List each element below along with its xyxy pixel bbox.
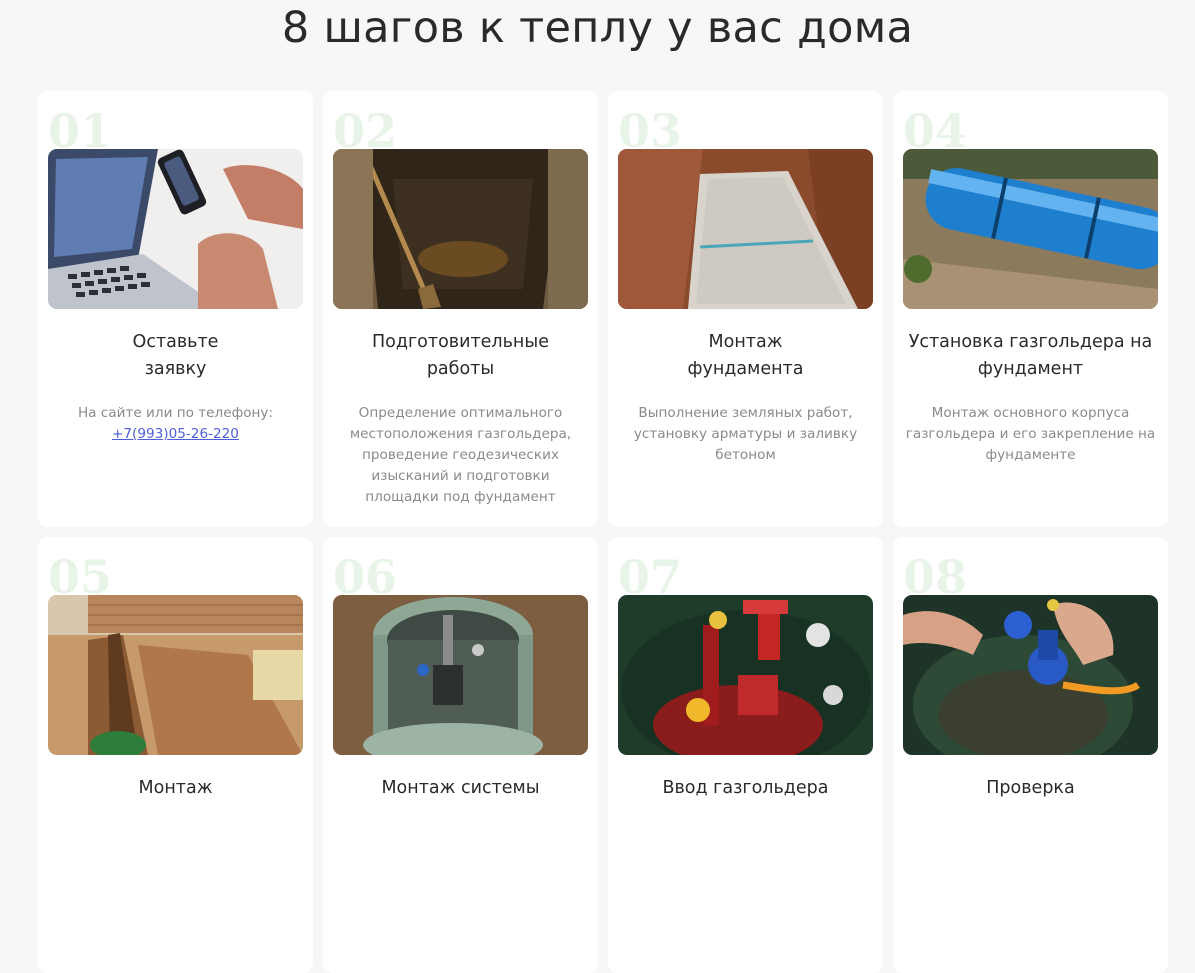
step-description: Определение оптимального местоположения …	[349, 405, 572, 505]
step-title: Подготовительные работы	[372, 332, 549, 379]
steps-grid: 01 Оставьте заявку На сайте или по телеф…	[38, 91, 1168, 973]
concrete-slab-photo	[618, 149, 873, 309]
red-valves-photo	[618, 595, 873, 755]
step-title: Оставьте заявку	[132, 332, 219, 379]
step-title: Проверка	[986, 778, 1075, 798]
step-description-text: На сайте или по телефону:	[77, 405, 274, 421]
page-title: 8 шагов к теплу у вас дома	[281, 3, 914, 53]
step-title: Установка газгольдера на фундамент	[908, 332, 1153, 379]
excavated-pit-photo	[333, 149, 588, 309]
trench-photo	[48, 595, 303, 755]
step-card-06: 06 Монтаж системы	[323, 537, 598, 973]
step-title: Ввод газгольдера	[662, 778, 829, 798]
step-description: Монтаж основного корпуса газгольдера и е…	[905, 405, 1156, 463]
step-card-08: 08 Проверка	[893, 537, 1168, 973]
step-card-05: 05 Монтаж	[38, 537, 313, 973]
step-card-03: 03 Монтаж фундамента Выполнение земляных…	[608, 91, 883, 527]
tank-neck-photo	[333, 595, 588, 755]
step-title: Монтаж	[138, 778, 213, 798]
step-title: Монтаж фундамента	[687, 332, 804, 379]
step-card-04: 04 Установка газгольдера на фундамент Мо…	[893, 91, 1168, 527]
step-card-02: 02 Подготовительные работы Определение о…	[323, 91, 598, 527]
blue-tank-photo	[903, 149, 1158, 309]
step-card-07: 07 Ввод газгольдера	[608, 537, 883, 973]
blue-regulator-photo	[903, 595, 1158, 755]
step-title: Монтаж системы	[381, 778, 540, 798]
step-description: На сайте или по телефону: +7(993)05-26-2…	[50, 403, 301, 445]
step-card-01: 01 Оставьте заявку На сайте или по телеф…	[38, 91, 313, 527]
laptop-phone-hands-photo	[48, 149, 303, 309]
phone-link[interactable]: +7(993)05-26-220	[112, 426, 239, 442]
step-description: Выполнение земляных работ, установку арм…	[633, 405, 858, 463]
